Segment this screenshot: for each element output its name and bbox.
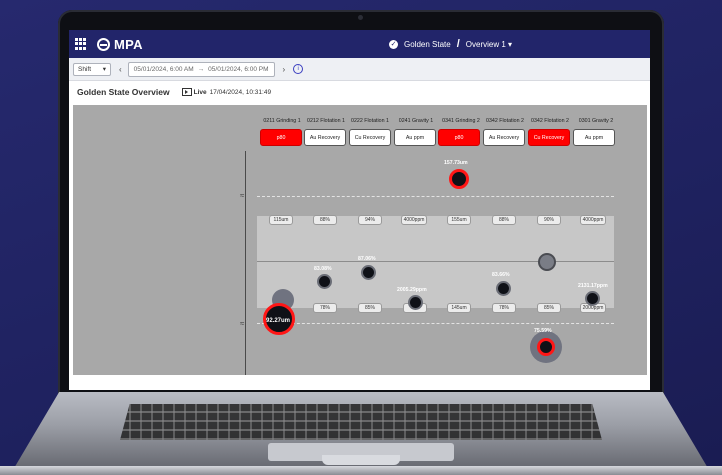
value-dot-gravity-2[interactable] bbox=[585, 291, 600, 306]
value-label-gravity-2: 2131.17ppm bbox=[578, 283, 608, 289]
mpa-logo-icon bbox=[97, 37, 110, 51]
apps-grid-icon[interactable] bbox=[75, 38, 87, 50]
kpi-button-flotation-1-au[interactable]: Au Recovery bbox=[304, 129, 346, 146]
history-dot-flotation-2-cu bbox=[538, 253, 556, 271]
kpi-button-flotation-2-au[interactable]: Au Recovery bbox=[483, 129, 525, 146]
kpi-button-gravity-1[interactable]: Au ppm bbox=[394, 129, 436, 146]
chevron-down-icon: ▾ bbox=[102, 66, 106, 73]
live-video-icon bbox=[181, 88, 192, 96]
value-label-flotation-1-au: 83.08% bbox=[314, 266, 332, 272]
breadcrumb: ✓ Golden State / Overview 1 ▾ bbox=[389, 38, 512, 50]
value-label-flotation-2-au: 83.66% bbox=[492, 272, 510, 278]
lower-limit-chip: 78% bbox=[313, 303, 337, 313]
process-overview-canvas: ≈ ≈ 0211 Grinding 1 0212 Flotation 1 022… bbox=[73, 105, 647, 375]
value-label-flotation-2-cu: 75.59% bbox=[534, 328, 552, 334]
arrow-right-icon: → bbox=[197, 65, 205, 73]
value-label-gravity-1: 2005.29ppm bbox=[397, 287, 427, 293]
value-dot-grinding-2[interactable] bbox=[449, 169, 469, 189]
column-label: 0301 Gravity 2 bbox=[578, 118, 614, 124]
value-dot-flotation-1-au[interactable] bbox=[317, 274, 332, 289]
value-label-grinding-2: 157.73um bbox=[444, 160, 468, 166]
upper-limit-chip: 4000ppm bbox=[401, 215, 427, 225]
upper-dashed-line bbox=[257, 196, 614, 197]
upper-limit-chip: 88% bbox=[492, 215, 516, 225]
upper-limit-chip: 88% bbox=[313, 215, 337, 225]
next-period-button[interactable]: › bbox=[283, 65, 286, 74]
page-title: Golden State Overview bbox=[77, 87, 170, 97]
app-logo[interactable]: MPA bbox=[97, 37, 143, 52]
value-dot-flotation-2-cu[interactable] bbox=[537, 338, 555, 356]
view-selector[interactable]: Overview 1 ▾ bbox=[466, 40, 512, 49]
lower-dashed-line bbox=[257, 323, 614, 324]
keyboard bbox=[120, 404, 602, 440]
value-label-grinding-1: 92.27um bbox=[266, 318, 291, 324]
kpi-button-grinding-2[interactable]: p80 bbox=[438, 129, 480, 146]
top-nav-bar: MPA ✓ Golden State / Overview 1 ▾ bbox=[69, 30, 650, 58]
kpi-button-flotation-2-cu[interactable]: Cu Recovery bbox=[528, 129, 570, 146]
kpi-button-flotation-1-cu[interactable]: Cu Recovery bbox=[349, 129, 391, 146]
period-select[interactable]: Shift ▾ bbox=[73, 62, 111, 76]
axis-break-lower: ≈ bbox=[240, 319, 245, 328]
lower-limit-chip: 145um bbox=[447, 303, 471, 313]
lower-limit-chip: 85% bbox=[358, 303, 382, 313]
lower-limit-chip: 78% bbox=[492, 303, 516, 313]
kpi-button-grinding-1[interactable]: p80 bbox=[260, 129, 302, 146]
app-screen: MPA ✓ Golden State / Overview 1 ▾ Shift … bbox=[69, 30, 650, 390]
control-band bbox=[257, 216, 614, 308]
breadcrumb-site[interactable]: Golden State bbox=[404, 40, 451, 49]
page-header: Golden State Overview Live 17/04/2024, 1… bbox=[69, 80, 650, 104]
laptop-base-lip bbox=[0, 466, 722, 475]
prev-period-button[interactable]: ‹ bbox=[119, 65, 122, 74]
info-icon[interactable]: i bbox=[293, 64, 304, 74]
value-dot-flotation-2-au[interactable] bbox=[496, 281, 511, 296]
target-line bbox=[257, 261, 614, 262]
upper-limit-chip: 155um bbox=[447, 215, 471, 225]
upper-limit-chip: 94% bbox=[358, 215, 382, 225]
lower-limit-chip: 85% bbox=[537, 303, 561, 313]
kpi-button-gravity-2[interactable]: Au ppm bbox=[573, 129, 615, 146]
lid-notch bbox=[322, 455, 400, 465]
range-end: 05/01/2024, 6:00 PM bbox=[208, 65, 269, 73]
live-indicator[interactable]: Live 17/04/2024, 10:31:49 bbox=[181, 88, 272, 96]
view-selector-label: Overview 1 bbox=[465, 39, 506, 49]
breadcrumb-separator: / bbox=[456, 38, 460, 50]
date-range-picker[interactable]: 05/01/2024, 6:00 AM → 05/01/2024, 6:00 P… bbox=[127, 61, 275, 77]
live-timestamp: 17/04/2024, 10:31:49 bbox=[209, 88, 272, 96]
live-label: Live bbox=[193, 88, 207, 96]
axis-break-upper: ≈ bbox=[240, 191, 245, 200]
value-label-flotation-1-cu: 87.06% bbox=[358, 256, 376, 262]
upper-limit-chip: 90% bbox=[537, 215, 561, 225]
value-dot-gravity-1[interactable] bbox=[408, 295, 423, 310]
chevron-down-icon: ▾ bbox=[508, 39, 513, 49]
brand-name: MPA bbox=[114, 36, 143, 52]
range-start: 05/01/2024, 6:00 AM bbox=[133, 65, 194, 73]
period-select-value: Shift bbox=[78, 65, 92, 73]
check-circle-icon: ✓ bbox=[389, 39, 398, 49]
value-dot-flotation-1-cu[interactable] bbox=[361, 265, 376, 280]
webcam bbox=[358, 15, 363, 20]
filter-bar: Shift ▾ ‹ 05/01/2024, 6:00 AM → 05/01/20… bbox=[69, 58, 650, 81]
vertical-axis bbox=[245, 151, 246, 375]
upper-limit-chip: 115um bbox=[269, 215, 293, 225]
upper-limit-chip: 4000ppm bbox=[580, 215, 606, 225]
